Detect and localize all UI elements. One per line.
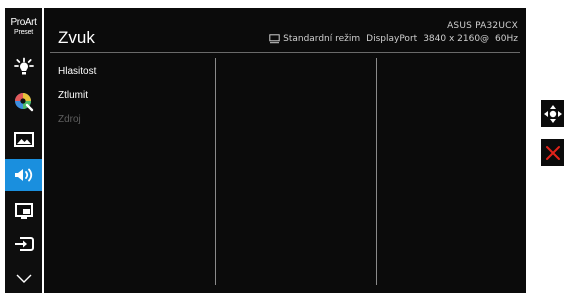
image-icon — [13, 132, 34, 147]
monitor-icon — [269, 34, 280, 44]
input-icon — [14, 237, 34, 251]
proart-preset-logo[interactable]: ProArt Preset — [5, 8, 42, 46]
column-divider-2 — [376, 58, 377, 285]
sidebar-item-input[interactable] — [5, 228, 42, 260]
color-icon — [14, 93, 33, 112]
menu-item-source: Zdroj — [58, 114, 81, 125]
mode-indicator: Standardní režim — [269, 34, 360, 44]
model-name: ASUS PA32UCX — [447, 21, 518, 31]
status-bar: Standardní režim DisplayPort 3840 x 2160… — [269, 34, 518, 44]
exit-button[interactable] — [541, 139, 564, 166]
sidebar-item-more[interactable] — [5, 263, 42, 293]
input-port: DisplayPort — [366, 34, 418, 44]
sidebar-item-sound[interactable] — [5, 159, 42, 191]
sidebar-item-color[interactable] — [5, 86, 42, 118]
column-divider-1 — [215, 58, 216, 285]
header-divider — [50, 52, 520, 53]
page-title: Zvuk — [58, 28, 95, 47]
move-button[interactable] — [541, 100, 564, 127]
close-icon — [545, 145, 560, 160]
brand-line2: Preset — [13, 29, 34, 36]
sidebar: ProArt Preset — [5, 8, 42, 293]
sound-icon — [14, 168, 32, 182]
menu-item-volume[interactable]: Hlasitost — [58, 66, 96, 77]
menu-item-mute[interactable]: Ztlumit — [58, 90, 88, 101]
pip-icon — [14, 203, 33, 219]
sidebar-item-brightness[interactable] — [5, 52, 42, 84]
preset-mode: Standardní režim — [283, 34, 361, 44]
brightness-icon — [13, 57, 34, 75]
move-dpad-icon — [543, 104, 562, 123]
brand-line1: ProArt — [10, 17, 37, 28]
refresh-rate: 60Hz — [495, 34, 518, 44]
chevron-down-icon — [16, 274, 31, 283]
sidebar-item-pip[interactable] — [5, 195, 42, 227]
osd-panel: Zvuk ASUS PA32UCX Standardní režim Displ… — [44, 8, 526, 293]
resolution: 3840 x 2160@ — [423, 34, 490, 44]
sidebar-item-image[interactable] — [5, 124, 42, 156]
